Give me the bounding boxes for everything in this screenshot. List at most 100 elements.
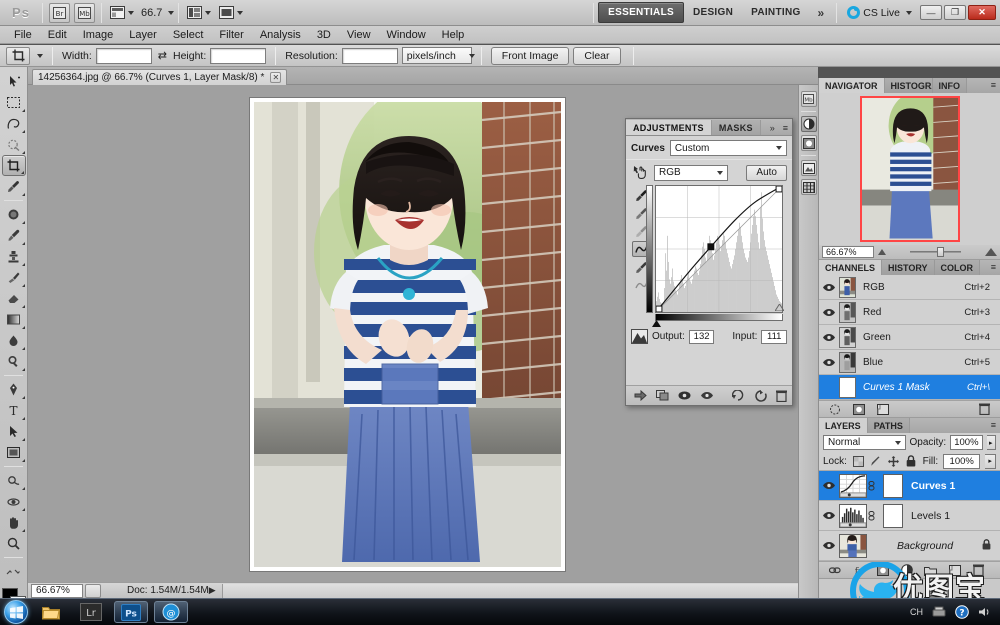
layer-row-levels-1[interactable]: Levels 1 <box>819 501 1000 531</box>
pen-tool[interactable] <box>2 379 26 400</box>
menu-layer[interactable]: Layer <box>121 27 165 43</box>
visibility-eye-icon[interactable] <box>819 511 839 520</box>
menu-filter[interactable]: Filter <box>211 27 251 43</box>
load-selection-icon[interactable] <box>828 403 841 416</box>
close-icon[interactable]: ✕ <box>270 72 282 83</box>
type-tool[interactable]: T <box>2 400 26 421</box>
crop-tool[interactable] <box>1 155 26 176</box>
tab-histogram[interactable]: HISTOGRAM <box>884 78 933 93</box>
white-input-handle-icon[interactable] <box>775 304 784 311</box>
menu-image[interactable]: Image <box>75 27 122 43</box>
navigator-thumbnail[interactable] <box>859 96 960 242</box>
width-input[interactable] <box>95 47 152 64</box>
channel-row-blue[interactable]: Blue Ctrl+5 <box>819 350 1000 375</box>
workspace-overflow-icon[interactable]: » <box>810 6 833 20</box>
new-channel-icon[interactable] <box>876 403 889 416</box>
link-layers-icon[interactable] <box>828 564 841 577</box>
opacity-stepper[interactable]: ▸ <box>986 435 996 450</box>
layer-mask-thumbnail[interactable] <box>883 473 903 498</box>
close-button[interactable]: ✕ <box>968 5 996 20</box>
height-input[interactable] <box>210 47 267 64</box>
tab-history[interactable]: HISTORY <box>882 260 935 275</box>
lasso-tool[interactable] <box>2 113 26 134</box>
bridge-icon[interactable]: Br <box>49 2 70 23</box>
menu-help[interactable]: Help <box>434 27 473 43</box>
image-canvas[interactable] <box>250 98 565 571</box>
channel-row-curves-1-mask[interactable]: Curves 1 Mask Ctrl+\ <box>819 375 1000 400</box>
layer-thumbnail[interactable] <box>839 533 867 558</box>
new-layer-icon[interactable] <box>948 564 961 577</box>
menu-edit[interactable]: Edit <box>40 27 75 43</box>
arrange-documents-icon[interactable] <box>185 3 213 23</box>
lock-image-pixels-icon[interactable] <box>870 455 883 468</box>
visibility-eye-icon[interactable] <box>819 481 839 490</box>
channel-row-rgb[interactable]: RGB Ctrl+2 <box>819 275 1000 300</box>
hand-tool[interactable] <box>2 512 26 533</box>
move-tool[interactable] <box>2 71 26 92</box>
collapse-panel-icon[interactable]: » <box>766 121 779 135</box>
layer-mask-link-icon[interactable] <box>867 480 875 491</box>
delete-layer-icon[interactable] <box>972 564 985 577</box>
workspace-essentials[interactable]: ESSENTIALS <box>598 2 684 23</box>
3d-rotate-tool[interactable] <box>2 470 26 491</box>
black-input-handle-icon[interactable] <box>652 320 661 327</box>
taskbar-lightroom-icon[interactable]: Lr <box>74 601 108 623</box>
lock-position-icon[interactable] <box>887 455 900 468</box>
output-input[interactable]: 132 <box>688 329 715 344</box>
input-input[interactable]: 111 <box>761 329 787 344</box>
visibility-eye-icon[interactable] <box>819 333 839 342</box>
taskbar-messenger-icon[interactable]: @ <box>154 601 188 623</box>
menu-view[interactable]: View <box>339 27 379 43</box>
layer-thumbnail[interactable] <box>839 503 867 528</box>
toggle-visibility-icon[interactable] <box>678 389 691 403</box>
layer-row-curves-1[interactable]: Curves 1 <box>819 471 1000 501</box>
workspace-design[interactable]: DESIGN <box>684 3 742 22</box>
masks-icon[interactable] <box>800 135 817 151</box>
quick-selection-tool[interactable] <box>2 134 26 155</box>
lock-transparent-pixels-icon[interactable] <box>852 455 865 468</box>
tab-color[interactable]: COLOR <box>934 260 981 275</box>
layer-style-icon[interactable]: fx <box>852 564 865 577</box>
on-image-adjust-icon[interactable] <box>631 164 649 181</box>
view-previous-state-icon[interactable] <box>656 389 669 403</box>
preset-select[interactable]: Custom <box>669 140 787 156</box>
cs-live-button[interactable]: CS Live <box>841 6 918 19</box>
screen-mode-icon[interactable] <box>217 3 245 23</box>
eraser-tool[interactable] <box>2 288 26 309</box>
tray-help-icon[interactable]: ? <box>955 605 969 619</box>
slider-knob[interactable] <box>937 247 945 257</box>
save-selection-icon[interactable] <box>852 403 865 416</box>
lock-all-icon[interactable] <box>905 455 918 468</box>
zoom-level-value[interactable]: 66.7 <box>138 7 165 19</box>
swap-width-height-icon[interactable]: ⇄ <box>156 49 169 62</box>
start-button[interactable] <box>4 600 28 624</box>
zoom-slider[interactable] <box>890 246 981 258</box>
clip-to-layer-icon[interactable] <box>634 389 647 403</box>
tab-adjustments[interactable]: ADJUSTMENTS <box>626 120 712 135</box>
menu-window[interactable]: Window <box>379 27 434 43</box>
workspace-painting[interactable]: PAINTING <box>742 3 809 22</box>
panel-menu-icon[interactable]: ≡ <box>779 121 792 135</box>
new-group-icon[interactable] <box>924 564 937 577</box>
minimize-button[interactable]: — <box>920 5 942 20</box>
tab-paths[interactable]: PATHS <box>867 418 910 433</box>
front-image-button[interactable]: Front Image <box>490 46 570 65</box>
tool-preset-chevron-icon[interactable] <box>37 53 43 58</box>
history-brush-tool[interactable] <box>2 267 26 288</box>
fill-stepper[interactable]: ▸ <box>985 453 996 469</box>
rectangle-tool[interactable] <box>2 442 26 463</box>
styles-icon[interactable] <box>800 160 817 176</box>
curve-graph[interactable] <box>655 185 783 313</box>
tab-channels[interactable]: CHANNELS <box>819 260 883 275</box>
panel-menu-icon[interactable]: ≡ <box>987 418 1000 433</box>
edit-toolbar-icon[interactable] <box>2 561 26 582</box>
document-tab[interactable]: 14256364.jpg @ 66.7% (Curves 1, Layer Ma… <box>32 69 288 85</box>
opacity-input[interactable]: 100% <box>950 435 983 450</box>
visibility-eye-icon[interactable] <box>819 541 839 550</box>
crop-tool-icon[interactable] <box>6 46 30 65</box>
taskbar-explorer-icon[interactable] <box>34 601 68 623</box>
adjustments-icon[interactable] <box>800 116 817 132</box>
swatches-icon[interactable] <box>800 179 817 195</box>
preview-eye-icon[interactable] <box>700 389 714 403</box>
brush-tool[interactable] <box>2 225 26 246</box>
